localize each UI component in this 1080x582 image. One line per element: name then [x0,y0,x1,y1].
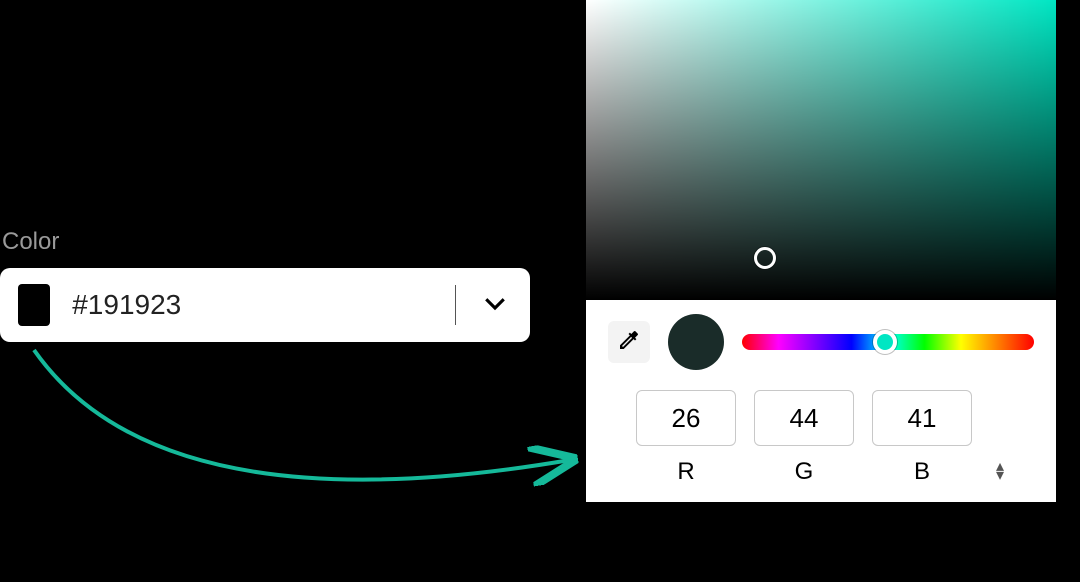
hue-slider[interactable] [742,334,1034,350]
rgb-labels-row: R G B ▴ ▾ [586,452,1056,502]
picker-toolbar [586,300,1056,376]
b-label: B [872,458,972,486]
color-mode-switch[interactable]: ▴ ▾ [990,463,1010,481]
sv-handle[interactable] [754,247,776,269]
eyedropper-button[interactable] [608,321,650,363]
rgb-inputs-row [586,376,1056,452]
divider [455,285,456,325]
caret-down-icon: ▾ [996,472,1004,481]
hue-handle[interactable] [873,330,897,354]
expand-button[interactable] [478,288,518,323]
color-combobox[interactable] [0,268,530,342]
r-label: R [636,458,736,486]
b-input[interactable] [872,390,972,446]
current-color-swatch [668,314,724,370]
g-input[interactable] [754,390,854,446]
eyedropper-icon [617,328,641,357]
chevron-down-icon [480,288,510,323]
swatch-preview [18,284,50,326]
g-label: G [754,458,854,486]
color-picker-panel: R G B ▴ ▾ [586,0,1056,502]
color-field-group: Color [0,228,540,342]
color-field-label: Color [0,228,540,256]
r-input[interactable] [636,390,736,446]
saturation-value-area[interactable] [586,0,1056,300]
hex-input[interactable] [72,289,433,321]
